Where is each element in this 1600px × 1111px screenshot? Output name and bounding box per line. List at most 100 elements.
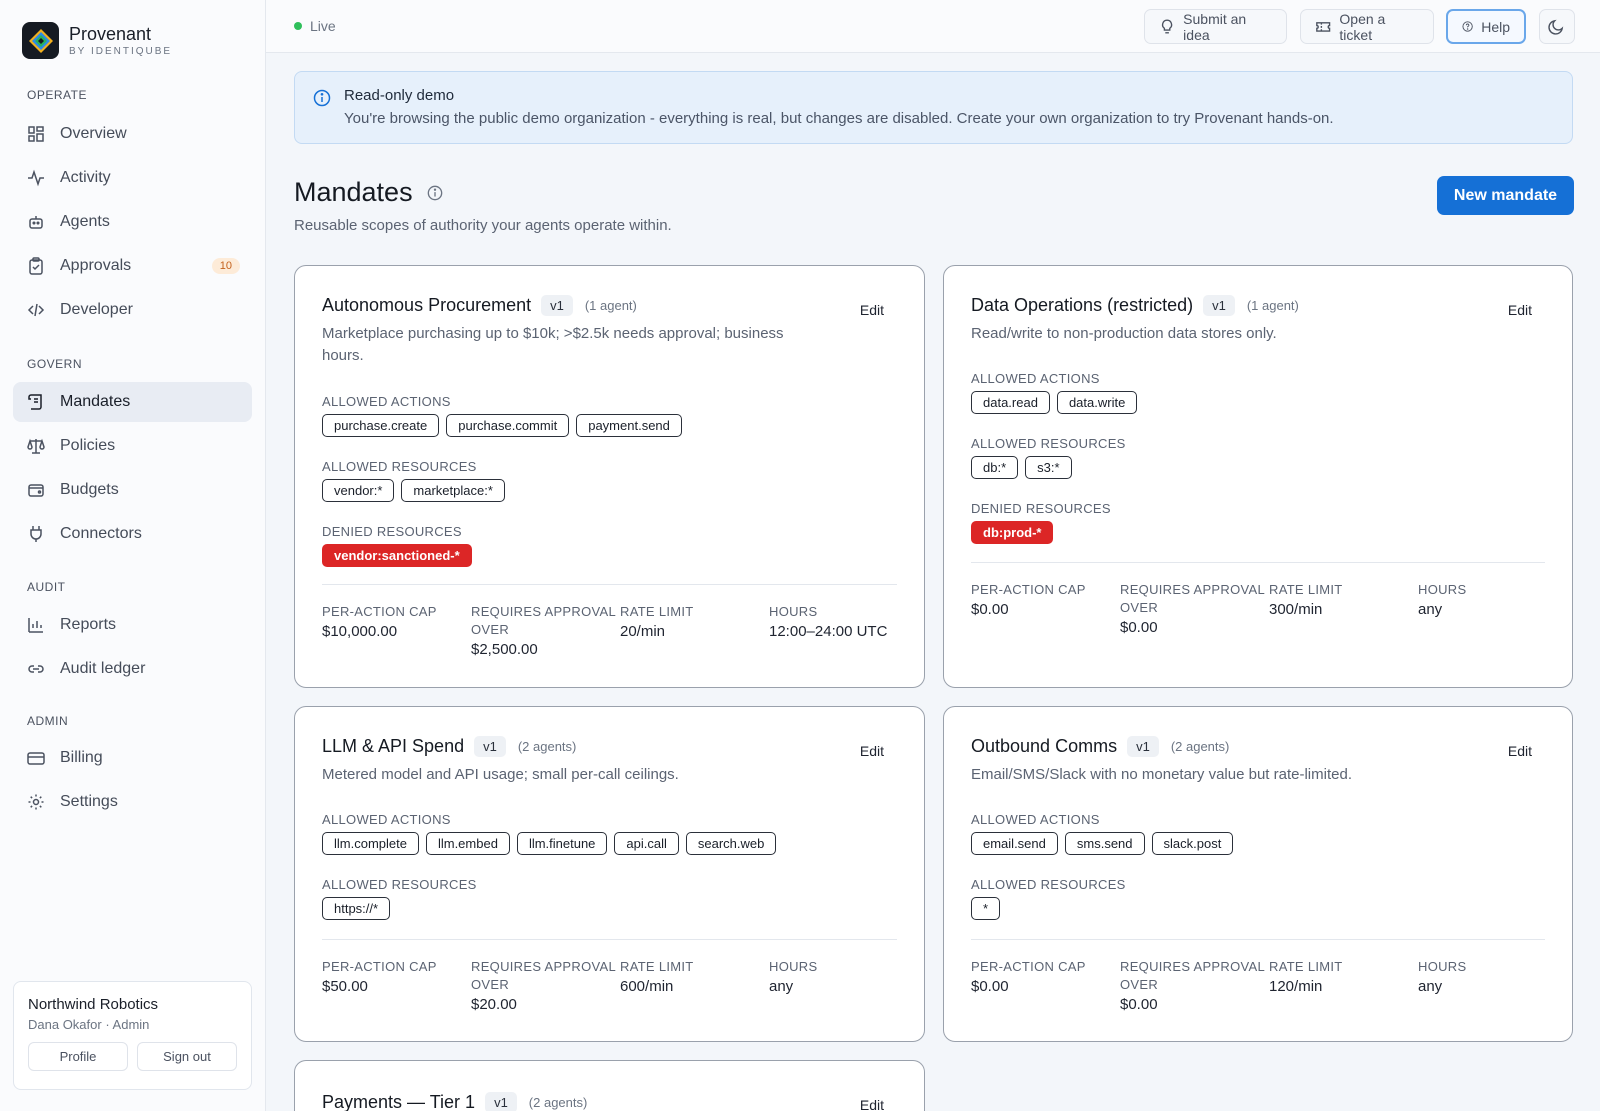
stat-label: PER-ACTION CAP	[971, 959, 1086, 974]
sidebar-item-settings[interactable]: Settings	[13, 782, 252, 822]
gear-icon	[27, 793, 45, 811]
brand-name: Provenant	[69, 24, 152, 44]
mandate-description: Metered model and API usage; small per-c…	[322, 766, 679, 783]
sidebar-item-reports[interactable]: Reports	[13, 605, 252, 645]
info-icon[interactable]	[427, 185, 443, 201]
stat-label: HOURS	[769, 959, 818, 974]
per-action-cap-value: $50.00	[322, 978, 368, 995]
allowed-actions: ALLOWED ACTIONS email.send sms.send slac…	[971, 812, 1234, 855]
help-button[interactable]: Help	[1446, 9, 1526, 44]
stat-label: HOURS	[1418, 959, 1467, 974]
approval-threshold-value: $0.00	[1120, 619, 1158, 636]
mandate-card: Autonomous Procurement v1 (1 agent) Edit…	[294, 265, 925, 688]
denied-resource-chip: db:prod-*	[971, 521, 1054, 544]
hours-value: any	[1418, 601, 1443, 618]
sidebar: Provenant BY IDENTIQUBE OPERATE Overview…	[0, 0, 266, 1111]
sidebar-item-budgets[interactable]: Budgets	[13, 470, 252, 510]
divider	[971, 939, 1545, 940]
resource-chip: db:*	[971, 456, 1019, 479]
mandate-title: LLM & API Spend	[322, 736, 465, 756]
divider	[322, 584, 897, 585]
mandate-title: Payments — Tier 1	[322, 1092, 476, 1111]
stat-label: PER-ACTION CAP	[971, 582, 1086, 597]
per-action-cap-value: $10,000.00	[322, 623, 398, 640]
live-status: Live	[294, 18, 336, 34]
link-icon	[27, 660, 45, 678]
sidebar-item-label: Approvals	[60, 257, 132, 274]
stat-label: PER-ACTION CAP	[322, 959, 437, 974]
new-mandate-button[interactable]: New mandate	[1437, 176, 1574, 215]
stat-label: PER-ACTION CAP	[322, 604, 437, 619]
provenant-logo	[22, 22, 59, 59]
sidebar-item-policies[interactable]: Policies	[13, 426, 252, 466]
edit-button[interactable]: Edit	[1508, 743, 1532, 759]
bot-icon	[27, 213, 45, 231]
submit-idea-button[interactable]: Submit an idea	[1144, 9, 1287, 44]
sidebar-item-label: Agents	[60, 213, 110, 230]
section-label: DENIED RESOURCES	[971, 501, 1111, 516]
code-icon	[27, 301, 45, 319]
sidebar-item-agents[interactable]: Agents	[13, 202, 252, 242]
rate-limit-value: 600/min	[620, 978, 674, 995]
denied-resources: DENIED RESOURCES db:prod-*	[971, 501, 1111, 544]
allowed-actions: ALLOWED ACTIONS purchase.create purchase…	[322, 394, 682, 437]
sidebar-item-connectors[interactable]: Connectors	[13, 514, 252, 554]
approval-threshold-value: $0.00	[1120, 996, 1158, 1013]
mandate-card: Payments — Tier 1 v1 (2 agents) Edit	[294, 1060, 925, 1111]
agent-count: (2 agents)	[517, 739, 577, 754]
edit-button[interactable]: Edit	[860, 1097, 884, 1111]
nav-section-admin: ADMIN	[27, 714, 69, 728]
profile-button[interactable]: Profile	[28, 1042, 128, 1071]
sidebar-item-mandates[interactable]: Mandates	[13, 382, 252, 422]
divider	[971, 562, 1545, 563]
notice-text: You're browsing the public demo organiza…	[344, 110, 1334, 127]
nav-section-govern: GOVERN	[27, 357, 83, 371]
activity-icon	[27, 169, 45, 187]
section-label: ALLOWED ACTIONS	[971, 812, 1100, 827]
section-label: ALLOWED RESOURCES	[322, 877, 477, 892]
mandate-title: Data Operations (restricted)	[971, 295, 1194, 315]
nav-section-operate: OPERATE	[27, 88, 87, 102]
sidebar-item-overview[interactable]: Overview	[13, 114, 252, 154]
sidebar-item-activity[interactable]: Activity	[13, 158, 252, 198]
theme-toggle-button[interactable]	[1539, 9, 1575, 44]
action-chip: data.read	[971, 391, 1050, 414]
per-action-cap-value: $0.00	[971, 601, 1009, 618]
allowed-resources: ALLOWED RESOURCES vendor:* marketplace:*	[322, 459, 505, 502]
brand[interactable]: Provenant BY IDENTIQUBE	[22, 22, 172, 59]
stat-label: HOURS	[769, 604, 818, 619]
edit-button[interactable]: Edit	[1508, 302, 1532, 318]
section-label: ALLOWED RESOURCES	[971, 877, 1126, 892]
sidebar-item-label: Policies	[60, 437, 116, 454]
denied-resource-chip: vendor:sanctioned-*	[322, 544, 472, 567]
rate-limit-value: 300/min	[1269, 601, 1323, 618]
sidebar-item-audit-ledger[interactable]: Audit ledger	[13, 649, 252, 689]
notice-title: Read-only demo	[344, 87, 455, 104]
lightbulb-icon	[1161, 19, 1173, 34]
mandate-title: Autonomous Procurement	[322, 295, 532, 315]
org-name: Northwind Robotics	[28, 996, 159, 1013]
allowed-actions: ALLOWED ACTIONS data.read data.write	[971, 371, 1138, 414]
sidebar-item-approvals[interactable]: Approvals 10	[13, 246, 252, 286]
clipboard-check-icon	[27, 257, 45, 275]
sidebar-item-label: Activity	[60, 169, 111, 186]
open-ticket-button[interactable]: Open a ticket	[1300, 9, 1434, 44]
hours-value: any	[1418, 978, 1443, 995]
brand-subtitle: BY IDENTIQUBE	[69, 46, 173, 57]
org-card: Northwind Robotics Dana Okafor · Admin P…	[13, 981, 252, 1090]
mandate-limits: PER-ACTION CAP $0.00 REQUIRES APPROVAL OV…	[971, 958, 1567, 1013]
action-chip: slack.post	[1151, 832, 1234, 855]
sign-out-button[interactable]: Sign out	[137, 1042, 237, 1071]
approvals-count-badge: 10	[211, 258, 240, 274]
section-label: DENIED RESOURCES	[322, 524, 462, 539]
wallet-icon	[27, 481, 45, 499]
sidebar-item-billing[interactable]: Billing	[13, 738, 252, 778]
divider	[322, 939, 897, 940]
edit-button[interactable]: Edit	[860, 743, 884, 759]
action-chip: payment.send	[576, 414, 682, 437]
edit-button[interactable]: Edit	[860, 302, 884, 318]
action-chip: api.call	[614, 832, 679, 855]
action-chip: search.web	[685, 832, 777, 855]
sidebar-item-developer[interactable]: Developer	[13, 290, 252, 330]
version-badge: v1	[474, 736, 506, 757]
